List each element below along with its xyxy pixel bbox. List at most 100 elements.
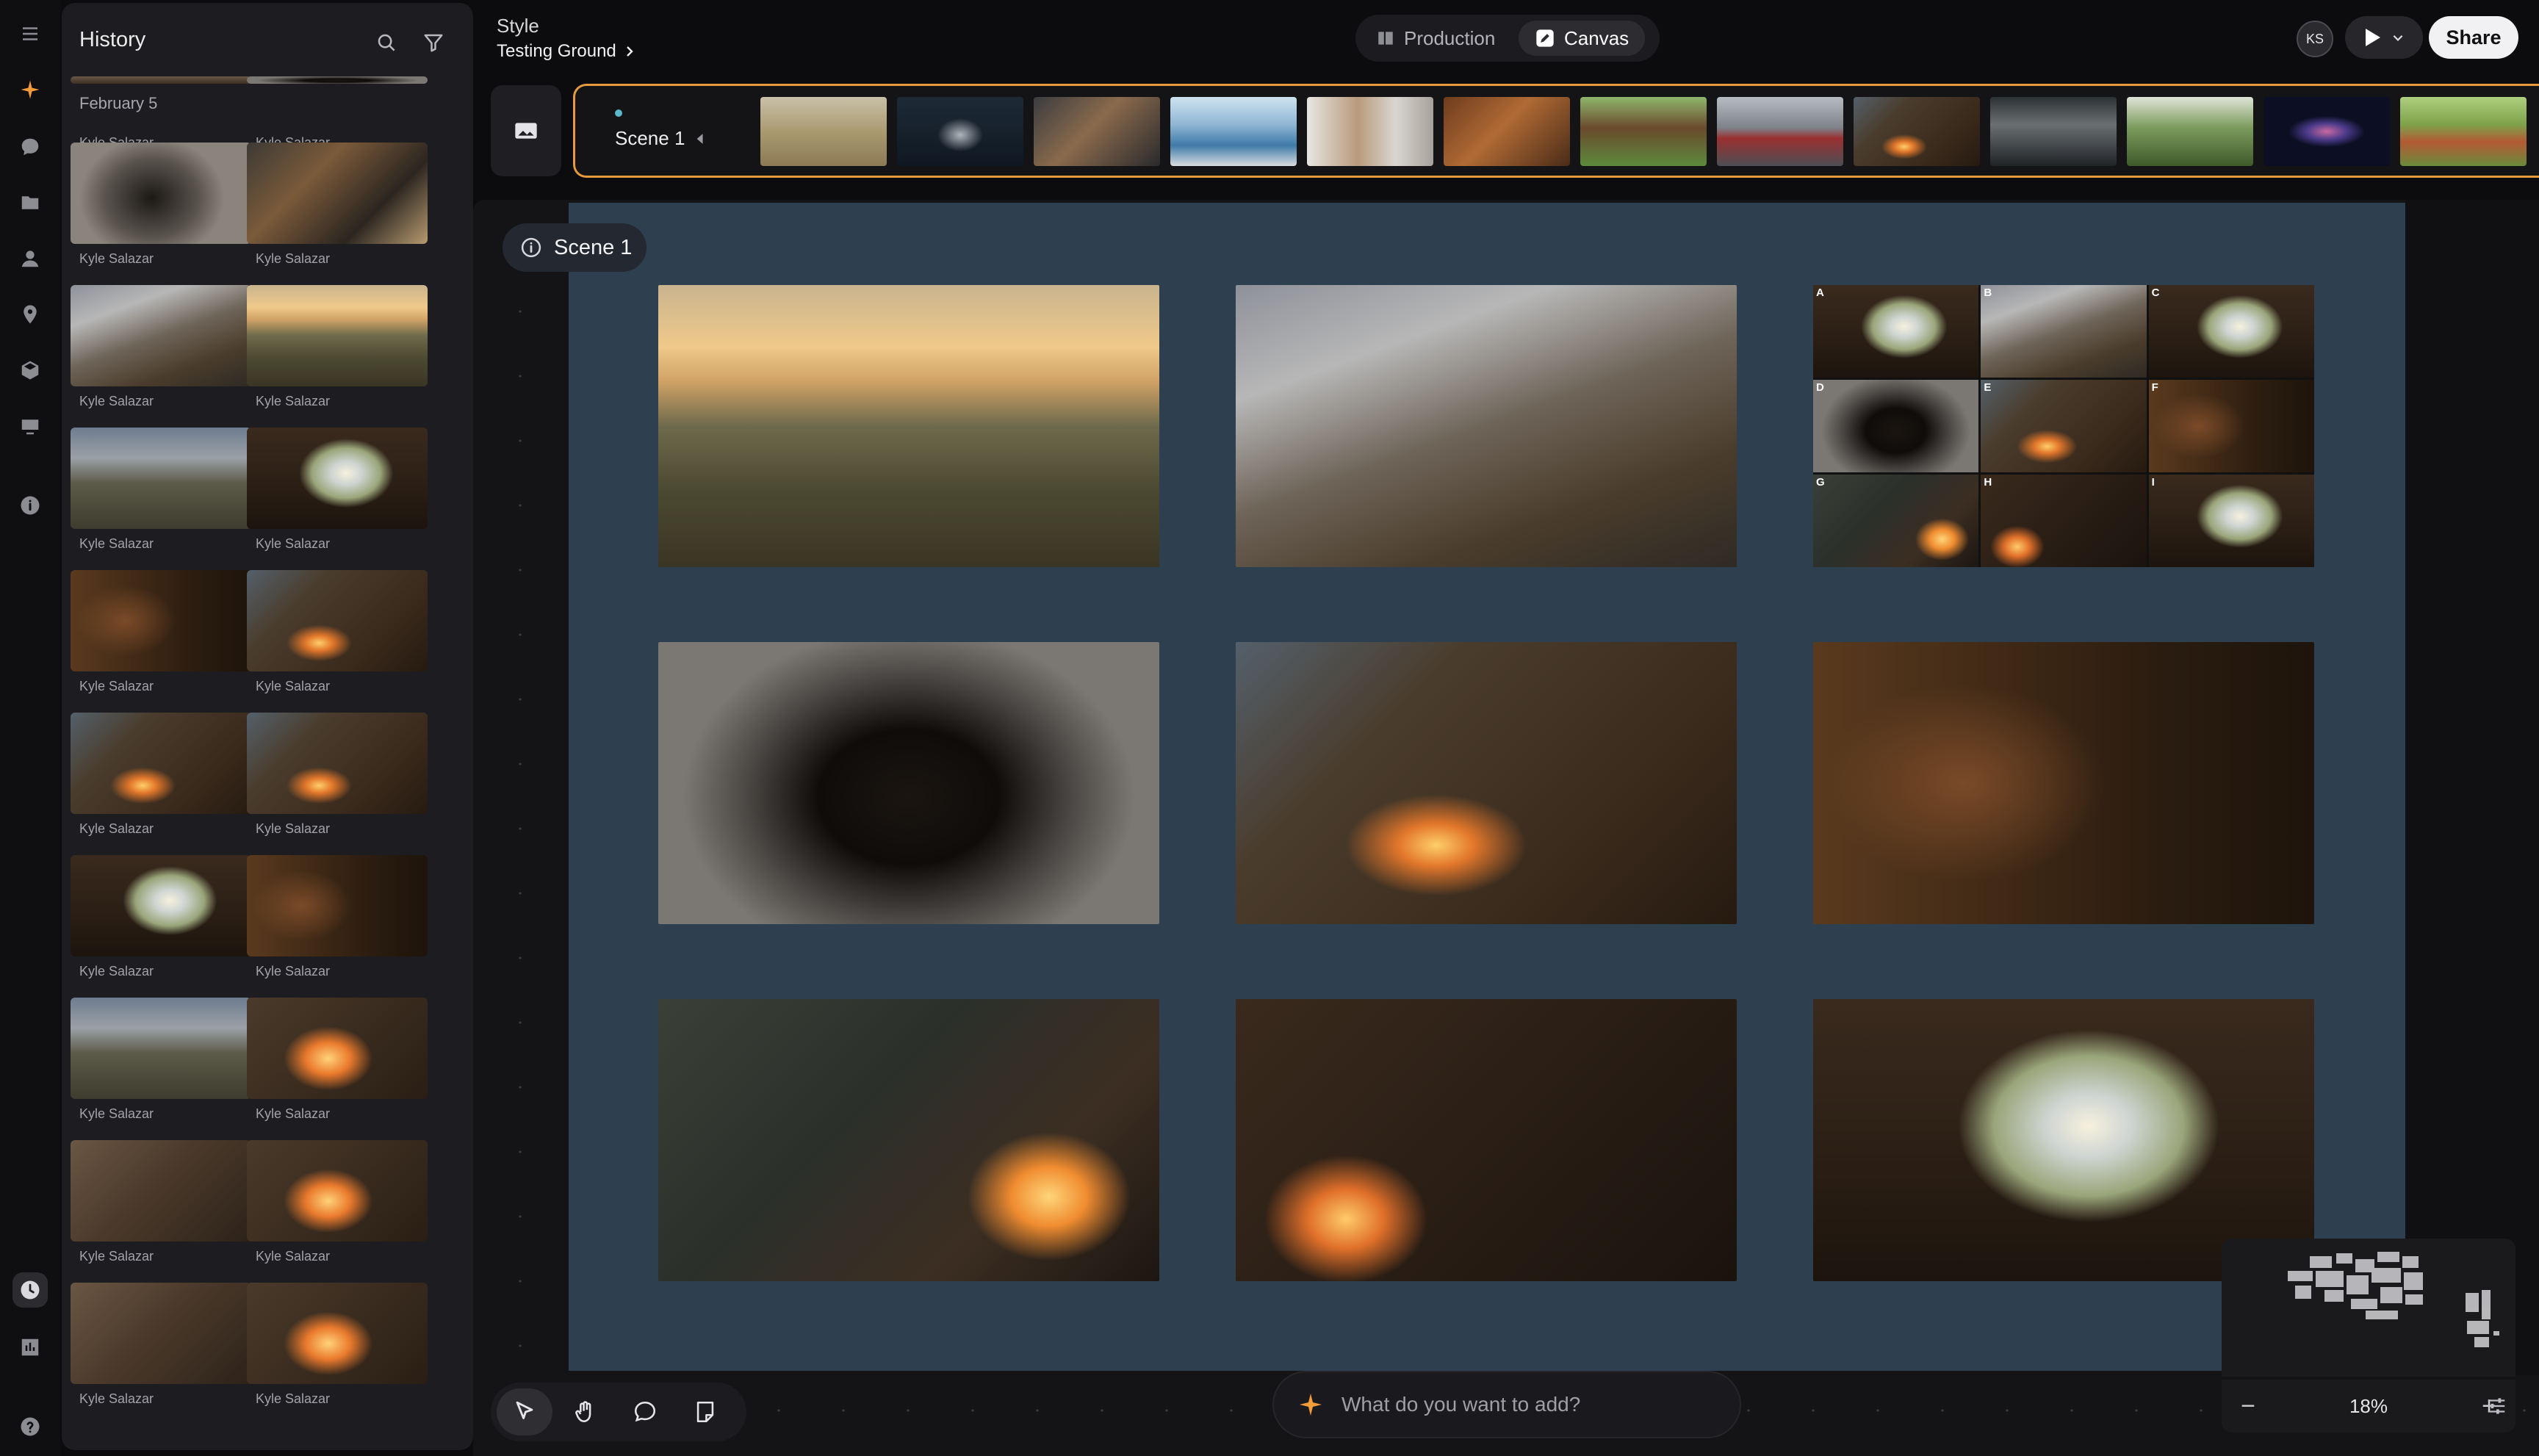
history-thumbnail[interactable] (71, 1140, 251, 1241)
scene-strip-thumbnail[interactable] (2264, 97, 2390, 166)
history-thumbnail[interactable] (71, 713, 251, 814)
minimap[interactable] (2222, 1239, 2515, 1377)
scene-strip-thumbnail[interactable] (2127, 97, 2253, 166)
history-thumbnail[interactable] (71, 1283, 251, 1384)
history-author-label: Kyle Salazar (256, 1249, 331, 1264)
note-tool[interactable] (677, 1388, 733, 1435)
history-thumbnail[interactable] (247, 713, 428, 814)
share-button[interactable]: Share (2429, 16, 2518, 59)
canvas-settings-button[interactable] (2470, 1380, 2523, 1432)
add-prompt-input[interactable] (1341, 1393, 1709, 1416)
scene-strip-thumbnail[interactable] (1170, 97, 1297, 166)
grid-cell-label: F (2151, 381, 2158, 394)
history-author-label: Kyle Salazar (79, 394, 154, 408)
history-thumbnail[interactable] (71, 285, 251, 386)
history-thumbnail[interactable] (71, 76, 251, 84)
grid-cell[interactable]: D (1813, 380, 1979, 472)
cube-icon[interactable] (12, 353, 48, 388)
grid-cell[interactable]: G (1813, 475, 1979, 567)
scene-strip-thumbnail[interactable] (1444, 97, 1570, 166)
grid-cell[interactable]: A (1813, 285, 1979, 378)
scene-strip-thumbnail[interactable] (1854, 97, 1980, 166)
scene-strip-thumbnail-image (1444, 97, 1570, 166)
sliders-icon (2488, 1398, 2505, 1414)
menu-icon[interactable] (12, 16, 48, 51)
history-thumbnail[interactable] (247, 855, 428, 956)
scene-strip-thumbnail-image (1854, 97, 1980, 166)
grid-cell[interactable]: B (1981, 285, 2147, 378)
history-thumbnail[interactable] (71, 570, 251, 671)
history-thumbnail[interactable] (247, 76, 428, 84)
scene-strip-thumbnail[interactable] (1580, 97, 1707, 166)
chat-icon[interactable] (12, 129, 48, 165)
pan-tool[interactable] (557, 1388, 613, 1435)
history-thumbnail[interactable] (71, 998, 251, 1099)
canvas-frame-image (1236, 642, 1737, 924)
canvas-frame[interactable] (1813, 642, 2314, 924)
history-author-label: Kyle Salazar (79, 1391, 154, 1406)
scene-selector[interactable]: Scene 1 (615, 127, 704, 150)
icon-rail (0, 0, 60, 1456)
scene-strip-thumbnail[interactable] (1717, 97, 1843, 166)
avatar[interactable]: KS (2297, 21, 2333, 57)
history-author-label: Kyle Salazar (256, 964, 331, 979)
help-icon[interactable] (12, 1409, 48, 1444)
history-thumbnail[interactable] (71, 855, 251, 956)
scene-strip-thumbnail[interactable] (1990, 97, 2117, 166)
history-thumbnail[interactable] (247, 1140, 428, 1241)
history-thumbnail[interactable] (247, 570, 428, 671)
history-thumbnail[interactable] (247, 143, 428, 244)
grid-cell[interactable]: H (1981, 475, 2147, 567)
grid-cell-label: I (2151, 476, 2155, 489)
grid-cell[interactable]: E (1981, 380, 2147, 472)
info-icon[interactable] (12, 488, 48, 523)
canvas-frame[interactable] (1236, 642, 1737, 924)
zoom-level[interactable]: 18% (2275, 1395, 2463, 1418)
grid-cell[interactable]: C (2148, 285, 2314, 378)
add-prompt-bar[interactable] (1272, 1371, 1741, 1438)
canvas-frame[interactable] (658, 999, 1159, 1281)
location-icon[interactable] (12, 297, 48, 332)
search-icon[interactable] (372, 28, 401, 57)
history-thumbnail[interactable] (247, 285, 428, 386)
comment-tool[interactable] (617, 1388, 673, 1435)
scene-strip-thumbnail[interactable] (1034, 97, 1160, 166)
screen-icon[interactable] (12, 408, 48, 444)
scene-strip-thumbnail[interactable] (2400, 97, 2527, 166)
zoom-out-button[interactable]: − (2222, 1380, 2275, 1432)
play-button[interactable] (2345, 16, 2423, 59)
history-thumbnail[interactable] (71, 143, 251, 244)
grid-cell[interactable]: I (2148, 475, 2314, 567)
history-thumbnail[interactable] (247, 998, 428, 1099)
history-thumbnail[interactable] (71, 428, 251, 529)
canvas-frame[interactable] (1236, 285, 1737, 567)
scene-strip-thumbnail-image (1170, 97, 1297, 166)
user-icon[interactable] (12, 241, 48, 276)
canvas-frame[interactable] (658, 285, 1159, 567)
scene-strip-thumbnail[interactable] (897, 97, 1023, 166)
filter-icon[interactable] (419, 28, 448, 57)
home-spark-icon[interactable] (12, 72, 48, 107)
canvas-frame-image (1813, 642, 2314, 924)
history-thumbnail[interactable] (247, 428, 428, 529)
analytics-icon[interactable] (12, 1330, 48, 1365)
canvas-frame[interactable] (1236, 999, 1737, 1281)
scene-strip-thumbnail[interactable] (760, 97, 887, 166)
cursor-icon (516, 1401, 533, 1419)
history-thumbnail[interactable] (247, 1283, 428, 1384)
canvas-tab[interactable]: Canvas (1519, 21, 1646, 56)
canvas-frame-grid[interactable]: A B C D E F G H I (1813, 285, 2314, 567)
grid-cell[interactable]: F (2148, 380, 2314, 472)
project-breadcrumb[interactable]: Testing Ground (497, 41, 635, 62)
select-tool[interactable] (497, 1388, 552, 1435)
storyboard-toggle-button[interactable] (491, 85, 561, 176)
history-author-label: Kyle Salazar (79, 679, 154, 693)
history-icon[interactable] (12, 1272, 48, 1308)
scene-chip[interactable]: Scene 1 (503, 223, 647, 272)
history-author-label: Kyle Salazar (256, 251, 331, 266)
folder-icon[interactable] (12, 185, 48, 220)
canvas-frame[interactable] (658, 642, 1159, 924)
production-tab[interactable]: Production (1360, 21, 1511, 56)
scene-strip-thumbnail[interactable] (1307, 97, 1433, 166)
history-thumbnail-image (247, 570, 428, 671)
